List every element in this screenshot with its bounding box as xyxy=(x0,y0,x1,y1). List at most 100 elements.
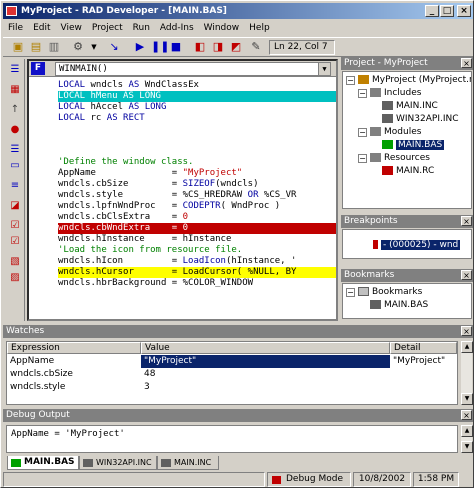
watch-cell-detail[interactable] xyxy=(390,368,457,381)
menu-project[interactable]: Project xyxy=(87,20,128,36)
toolbox-text-icon[interactable]: ▭ xyxy=(8,159,22,173)
debug-scrollbar[interactable]: ▲ ▼ xyxy=(460,425,473,453)
minimize-button[interactable]: _ xyxy=(425,5,439,17)
watch-cell-value[interactable]: "MyProject" xyxy=(141,355,390,368)
code-line[interactable]: wndcls.cbWndExtra = 0 xyxy=(29,223,336,234)
breakpoint-icon[interactable]: ◧ xyxy=(193,40,207,54)
code-line[interactable]: wndcls.hInstance = hInstance xyxy=(29,234,336,245)
collapse-icon[interactable]: − xyxy=(358,89,367,98)
title-bar[interactable]: MyProject - RAD Developer - [MAIN.BAS] _… xyxy=(3,3,473,19)
step-icon[interactable]: ↘ xyxy=(107,40,121,54)
watch-cell-expr[interactable]: wndcls.cbSize xyxy=(7,368,141,381)
code-line[interactable]: wndcls.hIcon = LoadIcon(hInstance, ' xyxy=(29,256,336,267)
toolbox-option-icon[interactable]: ☑ xyxy=(8,235,22,249)
watch-cell-value[interactable]: 48 xyxy=(141,368,390,381)
procedure-dropdown[interactable]: WINMAIN() ▼ xyxy=(55,62,331,76)
close-icon[interactable]: × xyxy=(461,216,472,226)
code-line[interactable]: 'Load the icon from resource file. xyxy=(29,245,336,256)
debug-output-text[interactable]: AppName = 'MyProject' xyxy=(6,425,458,453)
code-line[interactable]: wndcls.hbrBackground = %COLOR_WINDOW xyxy=(29,278,336,289)
watch-icon[interactable]: ◩ xyxy=(229,40,243,54)
watch-cell-expr[interactable]: AppName xyxy=(7,355,141,368)
bookmark-item[interactable]: MAIN.BAS xyxy=(370,299,428,311)
tree-node[interactable]: WIN32API.INC xyxy=(382,113,459,125)
menu-run[interactable]: Run xyxy=(128,20,155,36)
close-icon[interactable]: × xyxy=(461,270,472,280)
toolbox-form-icon[interactable]: ▦ xyxy=(8,83,22,97)
save-icon[interactable]: ▥ xyxy=(47,40,61,54)
close-icon[interactable]: × xyxy=(461,58,472,68)
toolbox-image-icon[interactable]: ◪ xyxy=(8,199,22,213)
scroll-down-icon[interactable]: ▼ xyxy=(461,393,473,405)
bookmark-icon[interactable]: ◨ xyxy=(211,40,225,54)
new-project-icon[interactable]: ▣ xyxy=(11,40,25,54)
code-line[interactable]: 'Define the window class. xyxy=(29,157,336,168)
bookmarks-tree[interactable]: − Bookmarks MAIN.BAS xyxy=(342,283,472,319)
menu-view[interactable]: View xyxy=(56,20,87,36)
column-header-expression[interactable]: Expression xyxy=(7,342,141,354)
code-line[interactable]: LOCAL rc AS RECT xyxy=(29,113,336,124)
column-header-value[interactable]: Value xyxy=(141,342,390,354)
tree-node[interactable]: MyProject (MyProject.rac xyxy=(358,74,471,86)
tree-node[interactable]: Resources xyxy=(370,152,430,164)
code-line[interactable]: wndcls.lpfnWndProc = CODEPTR( WndProc ) xyxy=(29,201,336,212)
close-icon[interactable]: × xyxy=(461,410,472,420)
code-line[interactable] xyxy=(29,146,336,157)
pause-icon[interactable]: ❚❚ xyxy=(151,40,169,54)
column-header-detail[interactable]: Detail xyxy=(390,342,457,354)
toolbox-check-icon[interactable]: ☑ xyxy=(8,219,22,233)
toolbox-list-icon[interactable]: ☰ xyxy=(8,143,22,157)
code-line[interactable] xyxy=(29,135,336,146)
tree-node[interactable]: Includes xyxy=(370,87,421,99)
compile-icon[interactable]: ⚙ xyxy=(71,40,85,54)
scroll-up-icon[interactable]: ▲ xyxy=(461,425,473,437)
watch-cell-expr[interactable]: wndcls.style xyxy=(7,381,141,394)
tree-node[interactable]: MAIN.BAS xyxy=(382,139,445,151)
scroll-up-icon[interactable]: ▲ xyxy=(461,341,473,353)
toolbox-combo-icon[interactable]: ≡ xyxy=(8,179,22,193)
menu-file[interactable]: File xyxy=(3,20,28,36)
tab-main-bas[interactable]: MAIN.BAS xyxy=(7,456,79,470)
toolbox-frame-icon[interactable]: ▧ xyxy=(8,255,22,269)
collapse-icon[interactable]: − xyxy=(358,128,367,137)
toolbox-pointer-icon[interactable]: ☰ xyxy=(8,63,22,77)
stop-icon[interactable]: ■ xyxy=(169,40,183,54)
open-project-icon[interactable]: ▤ xyxy=(29,40,43,54)
bookmarks-root[interactable]: Bookmarks xyxy=(358,286,422,298)
collapse-icon[interactable]: − xyxy=(346,288,355,297)
maximize-button[interactable]: □ xyxy=(440,5,454,17)
tab-main-inc[interactable]: MAIN.INC xyxy=(157,456,219,470)
menu-help[interactable]: Help xyxy=(244,20,275,36)
code-line[interactable]: wndcls.cbClsExtra = 0 xyxy=(29,212,336,223)
code-editor[interactable]: F WINMAIN() ▼ LOCAL wndcls AS WndClassEx L… xyxy=(27,59,338,321)
project-tree[interactable]: −MyProject (MyProject.rac−IncludesMAIN.I… xyxy=(342,71,472,209)
code-line[interactable] xyxy=(29,124,336,135)
code-line[interactable]: AppName = "MyProject" xyxy=(29,168,336,179)
find-icon[interactable]: ✎ xyxy=(249,40,263,54)
close-button[interactable]: × xyxy=(457,5,471,17)
tree-node[interactable]: Modules xyxy=(370,126,421,138)
watch-cell-detail[interactable] xyxy=(390,381,457,394)
toolbox-timer-icon[interactable]: ▨ xyxy=(8,271,22,285)
watch-cell-value[interactable]: 3 xyxy=(141,381,390,394)
dropdown-arrow-icon[interactable]: ▼ xyxy=(87,40,101,54)
code-line[interactable]: LOCAL hMenu AS LONG xyxy=(29,91,336,102)
tree-node[interactable]: MAIN.INC xyxy=(382,100,438,112)
run-icon[interactable]: ▶ xyxy=(133,40,147,54)
breakpoints-list[interactable]: - (000025) - wnd xyxy=(342,229,472,259)
watch-cell-detail[interactable]: "MyProject" xyxy=(390,355,457,368)
code-line[interactable]: wndcls.style = %CS_HREDRAW OR %CS_VR xyxy=(29,190,336,201)
tab-win32api-inc[interactable]: WIN32API.INC xyxy=(79,456,157,470)
breakpoint-item[interactable]: - (000025) - wnd xyxy=(373,239,461,251)
menu-edit[interactable]: Edit xyxy=(28,20,55,36)
chevron-down-icon[interactable]: ▼ xyxy=(318,63,330,75)
collapse-icon[interactable]: − xyxy=(346,76,355,85)
code-line[interactable]: LOCAL hAccel AS LONG xyxy=(29,102,336,113)
code-line[interactable]: LOCAL wndcls AS WndClassEx xyxy=(29,80,336,91)
tree-node[interactable]: MAIN.RC xyxy=(382,165,434,177)
code-line[interactable]: wndcls.cbSize = SIZEOF(wndcls) xyxy=(29,179,336,190)
toolbox-label-icon[interactable]: ↑ xyxy=(8,103,22,117)
watches-table[interactable]: Expression Value Detail AppName "MyProjec… xyxy=(6,341,458,405)
watches-scrollbar[interactable]: ▲ ▼ xyxy=(460,341,473,405)
scroll-down-icon[interactable]: ▼ xyxy=(461,441,473,453)
